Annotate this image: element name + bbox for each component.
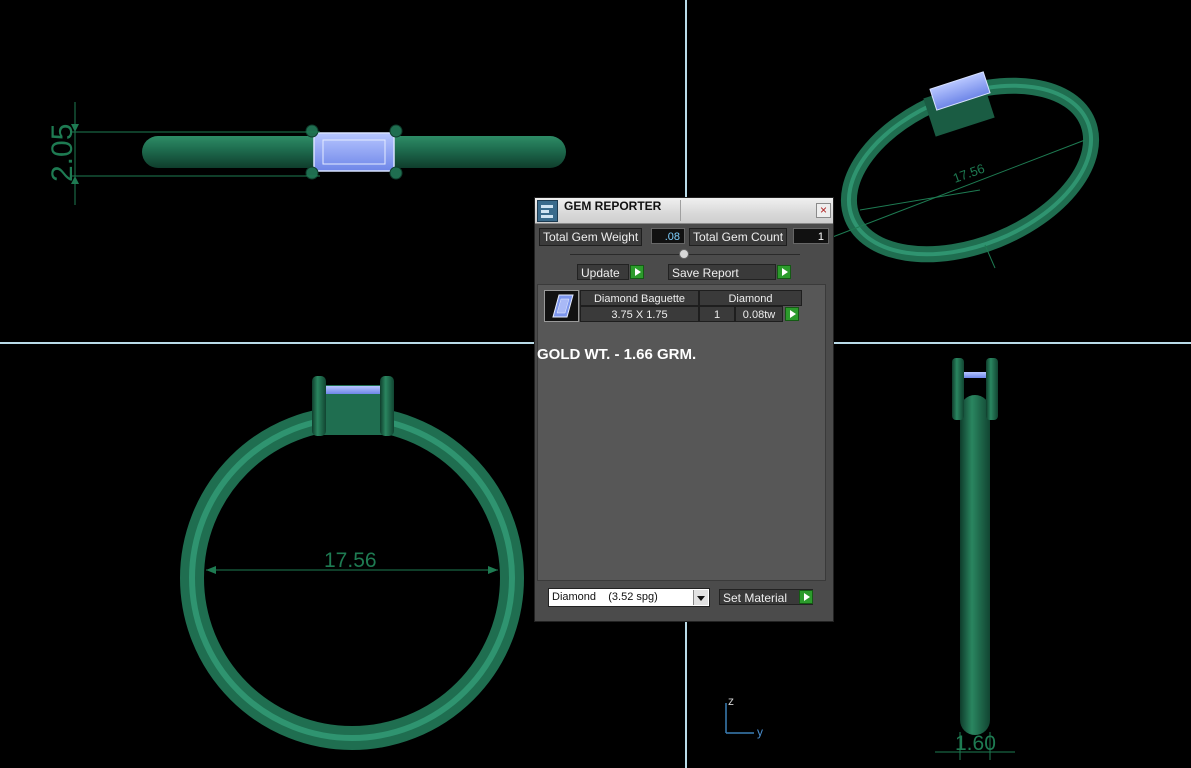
set-material-play-arrow-icon[interactable] (799, 590, 813, 604)
chevron-down-icon[interactable] (693, 590, 708, 605)
gem-reporter-titlebar[interactable]: GEM REPORTER × (535, 198, 833, 224)
gem-cut-cell: Diamond Baguette (580, 290, 699, 306)
dimension-label-width: 2.05 (46, 124, 79, 182)
total-gem-weight-label: Total Gem Weight (539, 228, 643, 246)
panel-title: GEM REPORTER (564, 199, 662, 213)
axis-z-label: z (728, 694, 734, 708)
gem-thumbnail-icon (544, 290, 579, 322)
gem-row-play-arrow-icon[interactable] (785, 307, 799, 321)
titlebar-separator (680, 200, 681, 221)
close-icon[interactable]: × (816, 203, 831, 218)
dimension-label-inner-diameter: 17.56 (324, 549, 377, 572)
gem-count-cell: 1 (699, 306, 735, 322)
gem-reporter-icon (537, 200, 558, 222)
update-play-arrow-icon[interactable] (630, 265, 644, 279)
ring-end-view (935, 358, 1015, 760)
gem-reporter-panel: GEM REPORTER × Total Gem Weight .08 Tota… (534, 197, 834, 622)
dimension-label-band-width: 1.60 (955, 732, 996, 755)
gold-weight-annotation: GOLD WT. - 1.66 GRM. (537, 346, 697, 363)
save-report-button[interactable]: Save Report (668, 264, 776, 280)
gem-material-cell: Diamond (699, 290, 802, 306)
material-select[interactable]: Diamond (3.52 spg) (548, 588, 710, 607)
ring-side-view (70, 102, 566, 205)
gem-weight-cell: 0.08tw (735, 306, 783, 322)
gem-size-cell: 3.75 X 1.75 (580, 306, 699, 322)
axis-y-label: y (757, 725, 763, 739)
panel-splitter-handle[interactable] (679, 249, 689, 259)
dimension-label-diameter-perspective: 17.56 (951, 161, 987, 186)
total-gem-count-label: Total Gem Count (689, 228, 788, 246)
save-report-play-arrow-icon[interactable] (777, 265, 791, 279)
gem-list (537, 284, 826, 581)
total-gem-count-value: 1 (793, 228, 829, 244)
material-select-value: Diamond (3.52 spg) (552, 591, 658, 603)
total-gem-weight-value: .08 (651, 228, 685, 244)
update-button[interactable]: Update (577, 264, 629, 280)
